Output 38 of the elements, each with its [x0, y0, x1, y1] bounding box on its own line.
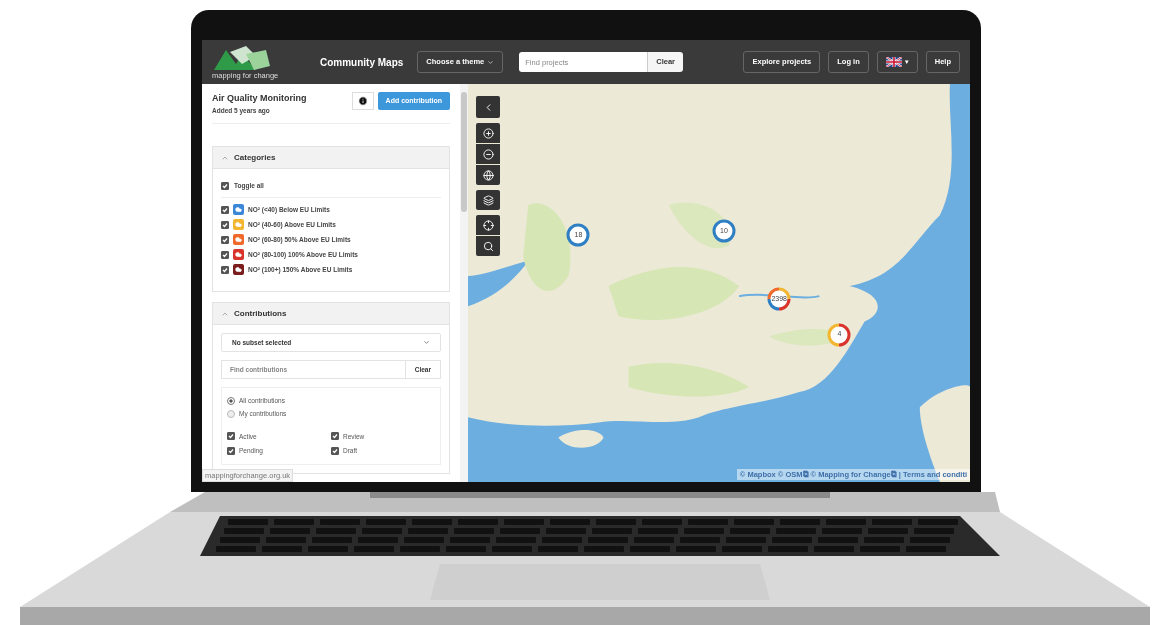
checkbox[interactable]	[331, 432, 339, 441]
info-button[interactable]	[351, 92, 374, 110]
panel-title: Categories	[234, 151, 276, 164]
checkbox[interactable]	[221, 205, 229, 214]
radio-button[interactable]	[227, 396, 235, 405]
checkbox[interactable]	[221, 265, 229, 274]
globe-button[interactable]	[476, 165, 500, 185]
flag-icon	[885, 57, 902, 67]
checkbox[interactable]	[221, 235, 229, 244]
search-icon	[482, 240, 494, 252]
zoom-in-button[interactable]	[476, 123, 500, 143]
panel-header[interactable]: Contributions	[213, 303, 449, 325]
checkbox[interactable]	[227, 432, 235, 441]
checkbox[interactable]	[221, 182, 229, 191]
collapse-button[interactable]	[476, 96, 500, 118]
app-title: Community Maps	[320, 55, 404, 70]
checkbox[interactable]	[227, 447, 235, 456]
radio-button[interactable]	[227, 409, 235, 418]
globe-icon	[482, 169, 494, 181]
layers-icon	[482, 194, 494, 206]
checkbox[interactable]	[221, 220, 229, 229]
layers-button[interactable]	[476, 190, 500, 210]
crosshair-icon	[482, 219, 494, 231]
checkbox[interactable]	[221, 250, 229, 259]
search-button[interactable]	[476, 236, 500, 256]
caret-icon	[423, 339, 430, 346]
zoom-out-button[interactable]	[476, 144, 500, 164]
info-icon	[357, 96, 368, 106]
panel-header[interactable]: Categories	[213, 147, 449, 170]
project-title: Air Quality Monitoring	[212, 92, 307, 105]
zoom-out-icon	[482, 148, 494, 160]
caret-icon	[487, 58, 495, 66]
folded-map-logo-icon	[212, 44, 272, 73]
locate-button[interactable]	[476, 215, 500, 235]
scrollbar[interactable]	[460, 84, 468, 482]
zoom-in-icon	[482, 127, 494, 139]
panel-title: Contributions	[234, 307, 287, 320]
checkbox[interactable]	[331, 447, 339, 456]
